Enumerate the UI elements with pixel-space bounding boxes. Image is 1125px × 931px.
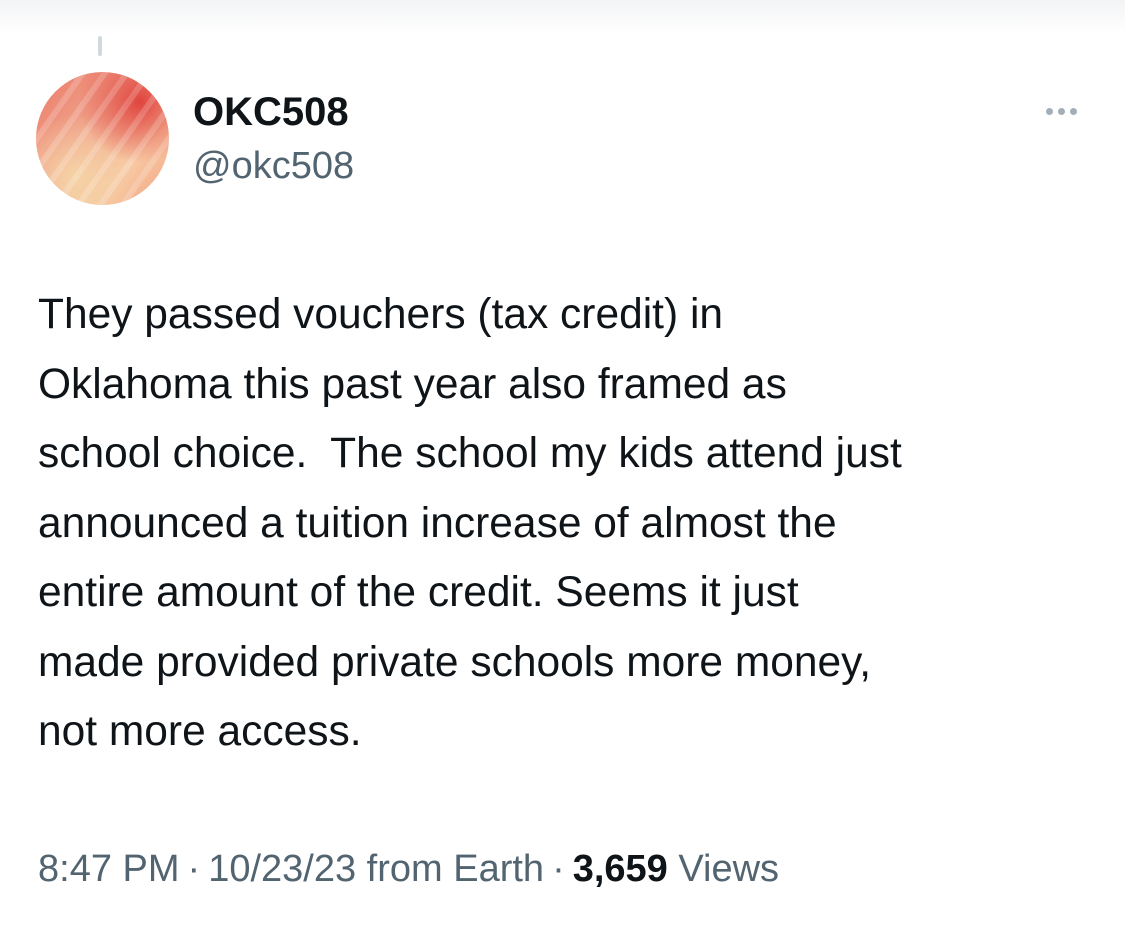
more-options-button[interactable] [1036, 98, 1086, 124]
tweet-date[interactable]: 10/23/23 [208, 848, 356, 890]
tweet-source: from Earth [366, 848, 545, 890]
tweet-meta: 8:47 PM · 10/23/23 from Earth · 3,659 Views [38, 844, 779, 894]
meta-separator: · [552, 848, 565, 890]
tweet-text: They passed vouchers (tax credit) in Okl… [38, 291, 902, 755]
meta-separator: · [187, 848, 201, 890]
author-handle[interactable]: @okc508 [193, 143, 354, 189]
more-horizontal-icon-dot [1069, 107, 1077, 115]
previous-tweet-edge [0, 0, 1125, 34]
avatar[interactable] [36, 72, 169, 205]
views-count[interactable]: 3,659 [573, 848, 668, 890]
views-label[interactable]: Views [678, 848, 779, 890]
author-display-name[interactable]: OKC508 [193, 88, 349, 136]
more-horizontal-icon-dot [1057, 107, 1065, 115]
tweet-time[interactable]: 8:47 PM [38, 848, 180, 890]
thread-connector-line [98, 36, 102, 56]
more-horizontal-icon [1045, 107, 1053, 115]
